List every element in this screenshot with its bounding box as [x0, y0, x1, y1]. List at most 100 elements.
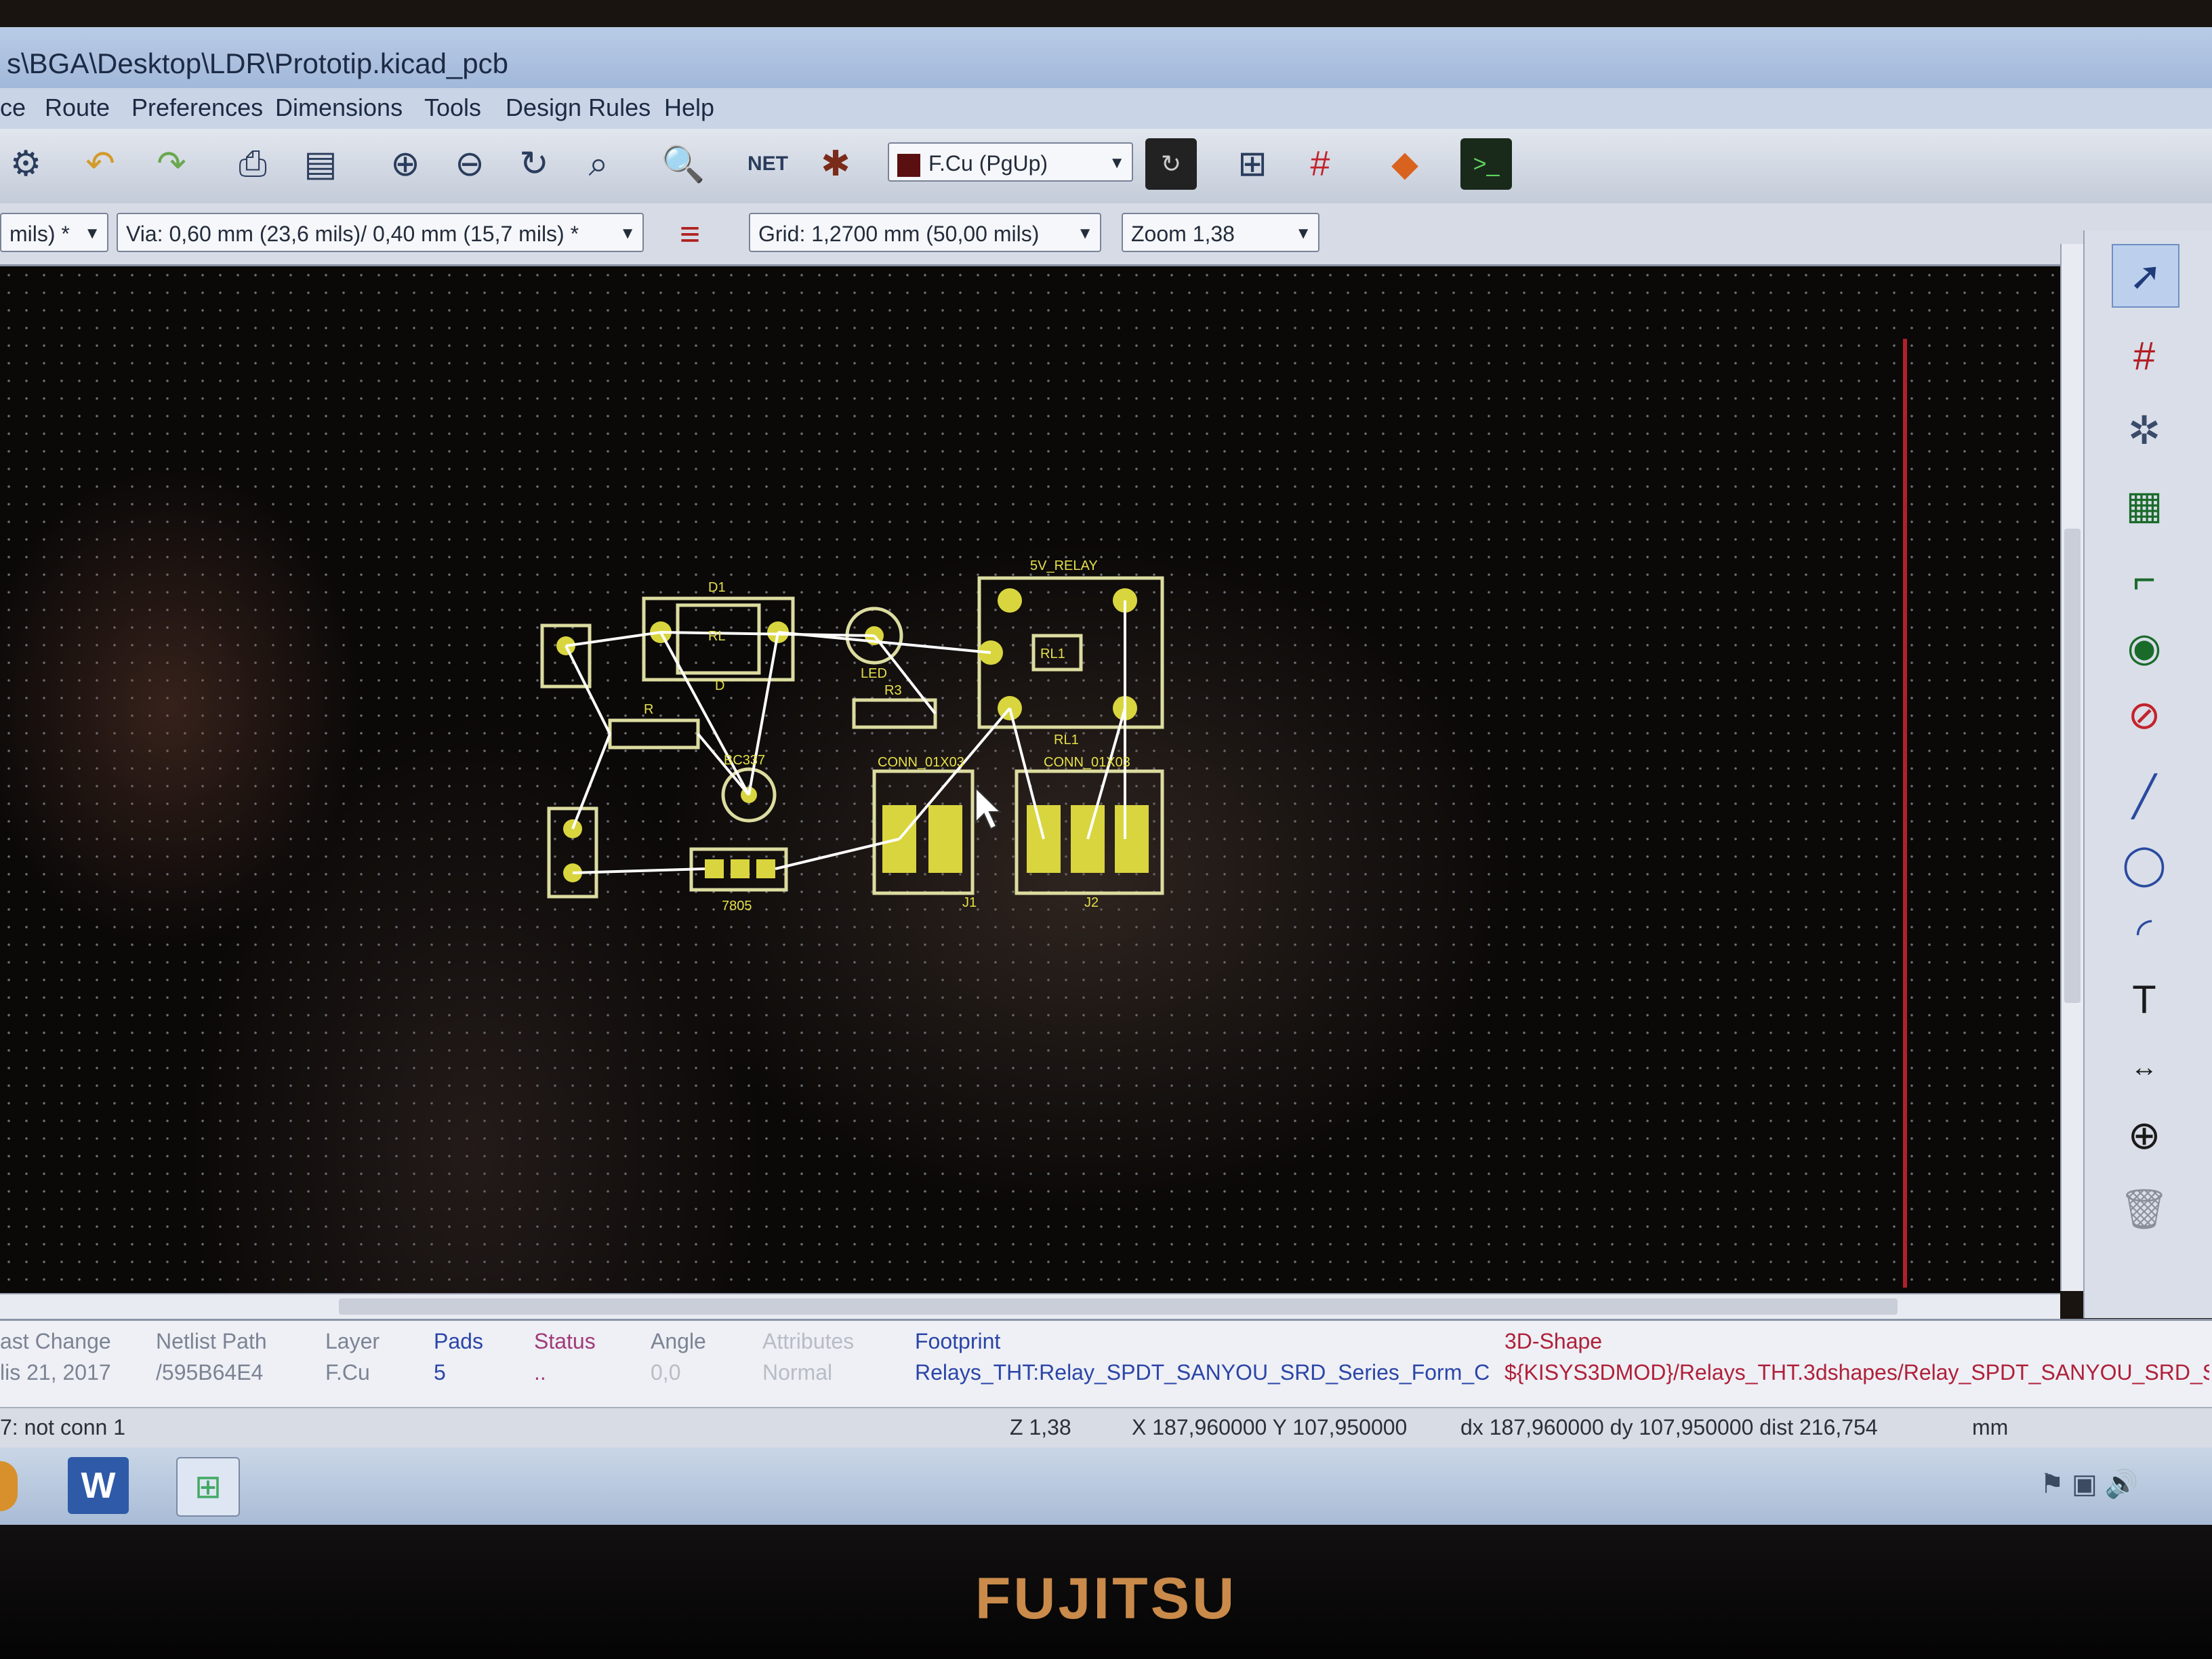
header-layer: Layer [325, 1329, 380, 1353]
add-via-icon[interactable]: ◉ [2112, 617, 2177, 678]
zoom-in-icon[interactable]: ⊕ [380, 138, 431, 190]
brand-logo: FUJITSU [975, 1566, 1237, 1631]
circle-icon[interactable]: ◯ [2112, 834, 2177, 895]
resistor-r1[interactable] [608, 718, 700, 750]
zoom-select[interactable]: Zoom 1,38 ▼ [1122, 213, 1319, 252]
status-unconnected: 7: not conn 1 [0, 1415, 126, 1439]
plot-icon[interactable]: ▤ [295, 138, 346, 190]
target-icon[interactable]: ⊕ [2112, 1105, 2177, 1166]
led-label: LED [861, 666, 887, 681]
status-zoom: Z 1,38 [1010, 1415, 1071, 1439]
rl-label: RL [708, 629, 726, 644]
menu-dimensions[interactable]: Dimensions [275, 94, 403, 122]
scroll-thumb[interactable] [339, 1298, 1898, 1315]
monitor-screen: s\BGA\Desktop\LDR\Prototip.kicad_pcb ce … [0, 0, 2212, 1525]
ratsnest-line [659, 632, 750, 796]
j2-label: J2 [1084, 895, 1099, 910]
select-arrow-icon[interactable]: ➚ [2112, 244, 2179, 308]
layer-select[interactable]: F.Cu (PgUp) ▼ [888, 142, 1133, 182]
find-icon[interactable]: 🔍 [657, 138, 709, 190]
highlight-net-icon[interactable]: # [2112, 325, 2177, 386]
dimension-icon[interactable]: ↔ [2112, 1037, 2177, 1098]
start-button[interactable] [0, 1461, 18, 1511]
pad[interactable] [1115, 805, 1149, 873]
grid-value: Grid: 1,2700 mm (50,00 mils) [758, 222, 1040, 246]
value-footprint: Relays_THT:Relay_SPDT_SANYOU_SRD_Series_… [915, 1360, 1490, 1385]
relay-body-label: RL1 [1040, 647, 1065, 661]
route-track-icon[interactable]: ⌐ [2112, 549, 2177, 610]
layer-pair-icon[interactable]: ↻ [1145, 138, 1197, 190]
menu-preferences[interactable]: Preferences [131, 94, 263, 122]
ratsnest-line [775, 838, 900, 870]
pad[interactable] [756, 859, 775, 878]
board-setup-icon[interactable]: ⚙ [0, 138, 52, 190]
status-xy: X 187,960000 Y 107,950000 [1132, 1415, 1408, 1439]
pad[interactable] [731, 859, 750, 878]
autoroute-icon[interactable]: ⊞ [1227, 138, 1278, 190]
zoom-out-icon[interactable]: ⊖ [444, 138, 495, 190]
value-pads: 5 [434, 1360, 446, 1385]
value-layer: F.Cu [325, 1360, 370, 1385]
print-icon[interactable]: ⎙ [227, 138, 279, 190]
pad[interactable] [705, 859, 724, 878]
pcb-layout: 5V_RELAY RL1 RL1 D1 RL D LED R R3 BC337 … [540, 558, 1164, 914]
grid-icon[interactable]: # [1294, 138, 1346, 190]
aux-toolbar: mils) * ▼ Via: 0,60 mm (23,6 mils)/ 0,40 … [0, 203, 2212, 266]
header-footprint: Footprint [915, 1329, 1001, 1353]
local-ratsnest-icon[interactable]: ✲ [2112, 400, 2177, 461]
grid-select[interactable]: Grid: 1,2700 mm (50,00 mils) ▼ [749, 213, 1101, 252]
track-width-select[interactable]: mils) * ▼ [0, 213, 108, 252]
microwave-icon[interactable]: ◆ [1379, 138, 1431, 190]
title-bar: s\BGA\Desktop\LDR\Prototip.kicad_pcb [0, 27, 2212, 96]
scroll-thumb[interactable] [2064, 529, 2081, 1003]
header-angle: Angle [651, 1329, 706, 1353]
right-toolbar: ➚ # ✲ ▦ ⌐ ◉ ⊘ ╱ ◯ ◜ T ↔ ⊕ 🗑 [2083, 230, 2212, 1318]
tray-icons[interactable]: ⚑ ▣ 🔊 [2040, 1468, 2139, 1500]
via-size-value: Via: 0,60 mm (23,6 mils)/ 0,40 mm (15,7 … [126, 222, 579, 246]
value-status: .. [534, 1360, 546, 1385]
netlist-icon[interactable]: NET [742, 138, 794, 190]
conn2-label: CONN_01X03 [1044, 755, 1130, 770]
add-footprint-icon[interactable]: ▦ [2112, 474, 2177, 535]
vertical-scrollbar[interactable] [2060, 244, 2085, 1291]
conn1-label: CONN_01X03 [878, 755, 964, 770]
value-attributes: Normal [762, 1360, 833, 1385]
menu-bar: ce Route Preferences Dimensions Tools De… [0, 88, 2212, 129]
horizontal-scrollbar[interactable] [0, 1293, 2060, 1320]
relay-title-label: 5V_RELAY [1030, 558, 1098, 573]
scripting-console-icon[interactable]: >_ [1460, 138, 1512, 190]
chevron-down-icon: ▼ [1295, 224, 1311, 243]
word-taskbar-icon[interactable]: W [68, 1457, 129, 1514]
r-label: R [644, 702, 653, 717]
menu-tools[interactable]: Tools [424, 94, 481, 122]
menu-design-rules[interactable]: Design Rules [506, 94, 651, 122]
menu-route[interactable]: Route [45, 94, 110, 122]
text-tool-icon[interactable]: T [2112, 969, 2177, 1030]
zoom-value: Zoom 1,38 [1131, 222, 1235, 246]
keepout-area-icon[interactable]: ⊘ [2112, 684, 2177, 745]
zoom-fit-icon[interactable]: ⌕ [573, 138, 624, 190]
delete-icon[interactable]: 🗑 [2112, 1179, 2177, 1240]
track-width-value: mils) * [9, 222, 70, 246]
kicad-taskbar-icon[interactable]: ⊞ [176, 1457, 240, 1517]
via-size-select[interactable]: Via: 0,60 mm (23,6 mils)/ 0,40 mm (15,7 … [117, 213, 644, 252]
header-last-change: ast Change [0, 1329, 111, 1353]
value-angle: 0,0 [651, 1360, 681, 1385]
menu-place[interactable]: ce [0, 94, 26, 122]
word-label: W [81, 1465, 116, 1506]
redo-icon[interactable]: ↷ [146, 138, 197, 190]
chevron-down-icon: ▼ [1077, 224, 1093, 243]
pad[interactable] [928, 805, 962, 873]
d-label: D [715, 678, 724, 693]
arc-icon[interactable]: ◜ [2112, 901, 2177, 962]
track-mode-icon[interactable]: ≡ [664, 209, 716, 260]
resistor-r3[interactable] [852, 698, 937, 729]
header-status: Status [534, 1329, 596, 1353]
graphic-line-icon[interactable]: ╱ [2112, 766, 2177, 827]
drc-icon[interactable]: ✱ [810, 138, 861, 190]
message-panel: ast Change Netlist Path Layer Pads Statu… [0, 1319, 2212, 1409]
zoom-redraw-icon[interactable]: ↻ [508, 138, 560, 190]
pad[interactable] [998, 588, 1022, 613]
undo-icon[interactable]: ↶ [75, 138, 126, 190]
menu-help[interactable]: Help [664, 94, 714, 122]
